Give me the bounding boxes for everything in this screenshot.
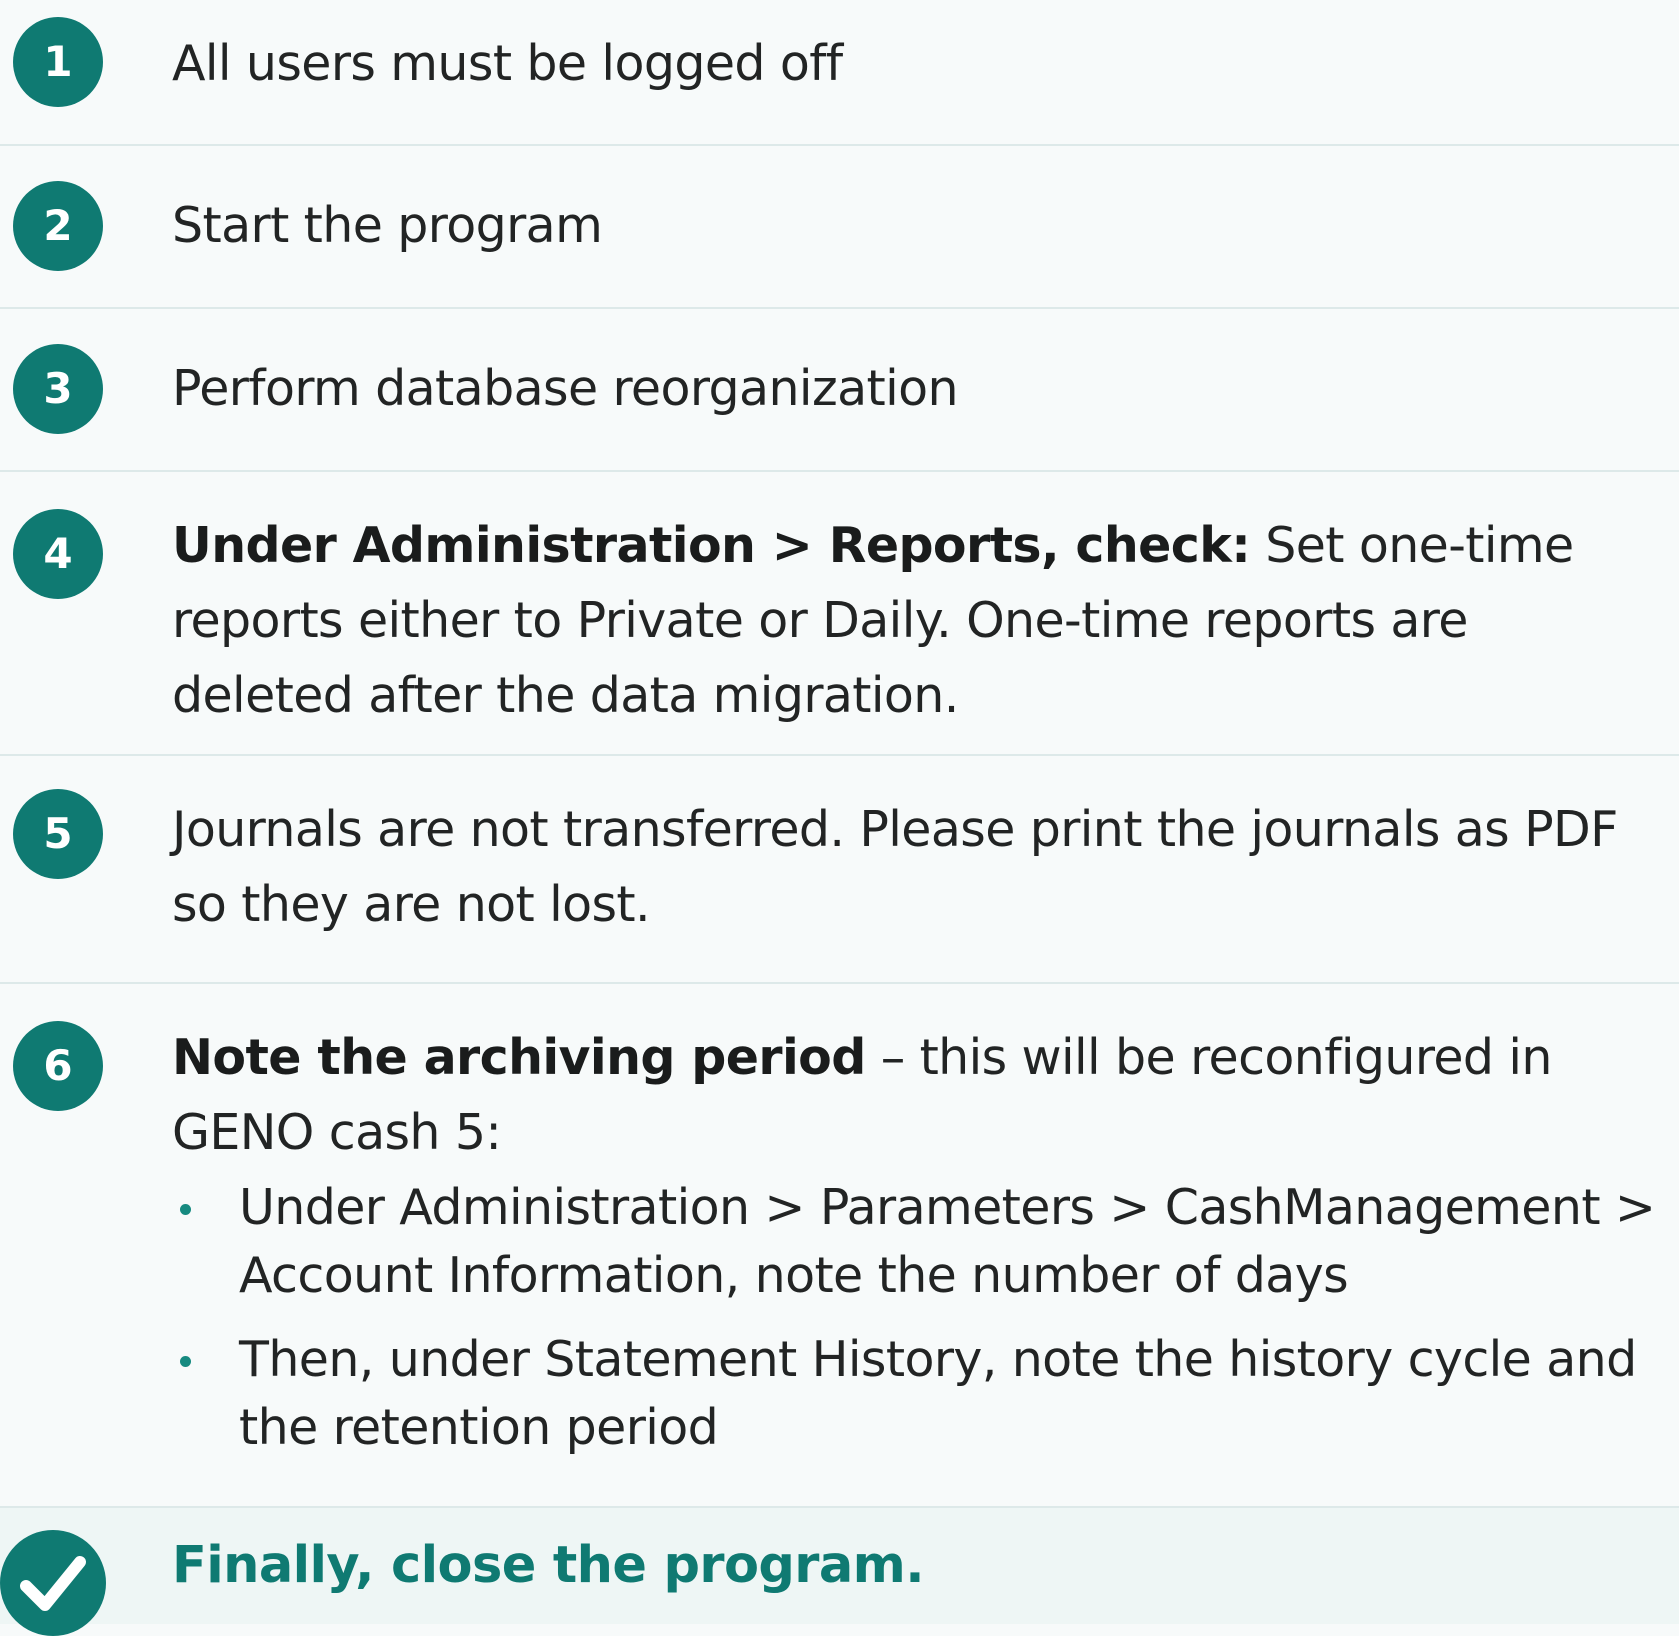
step-text-bold: Note the archiving period bbox=[172, 1029, 866, 1086]
step-text-lead: Note the archiving period – this will be… bbox=[172, 1020, 1659, 1170]
step-text: All users must be logged off bbox=[172, 35, 843, 92]
step-4: 4 Under Administration > Reports, check:… bbox=[0, 472, 1679, 756]
step-1: 1 All users must be logged off bbox=[0, 0, 1679, 146]
bullet-item: Then, under Statement History, note the … bbox=[172, 1326, 1659, 1462]
step-3: 3 Perform database reorganization bbox=[0, 309, 1679, 472]
step-text: Perform database reorganization bbox=[172, 360, 959, 417]
step-number-badge: 6 bbox=[13, 1021, 103, 1111]
step-number-badge: 5 bbox=[13, 789, 103, 879]
step-6: 6 Note the archiving period – this will … bbox=[0, 984, 1679, 1508]
step-number-badge: 4 bbox=[13, 509, 103, 599]
step-text-bold: Under Administration > Reports, check: bbox=[172, 517, 1251, 574]
step-bullet-list: Under Administration > Parameters > Cash… bbox=[172, 1174, 1659, 1462]
step-text: Note the archiving period – this will be… bbox=[172, 1020, 1659, 1478]
final-step: Finally, close the program. bbox=[0, 1508, 1679, 1636]
step-5: 5 Journals are not transferred. Please p… bbox=[0, 756, 1679, 984]
bullet-item: Under Administration > Parameters > Cash… bbox=[172, 1174, 1659, 1310]
step-number-badge: 1 bbox=[13, 17, 103, 107]
check-mark-glyph bbox=[20, 1556, 86, 1611]
check-icon bbox=[0, 1530, 106, 1636]
step-2: 2 Start the program bbox=[0, 146, 1679, 309]
step-text: Start the program bbox=[172, 197, 603, 254]
step-text: Journals are not transferred. Please pri… bbox=[172, 801, 1618, 933]
step-number-badge: 3 bbox=[13, 344, 103, 434]
final-step-text: Finally, close the program. bbox=[172, 1536, 925, 1595]
checklist: 1 All users must be logged off 2 Start t… bbox=[0, 0, 1679, 1636]
step-number-badge: 2 bbox=[13, 181, 103, 271]
step-text: Under Administration > Reports, check: S… bbox=[172, 508, 1659, 733]
